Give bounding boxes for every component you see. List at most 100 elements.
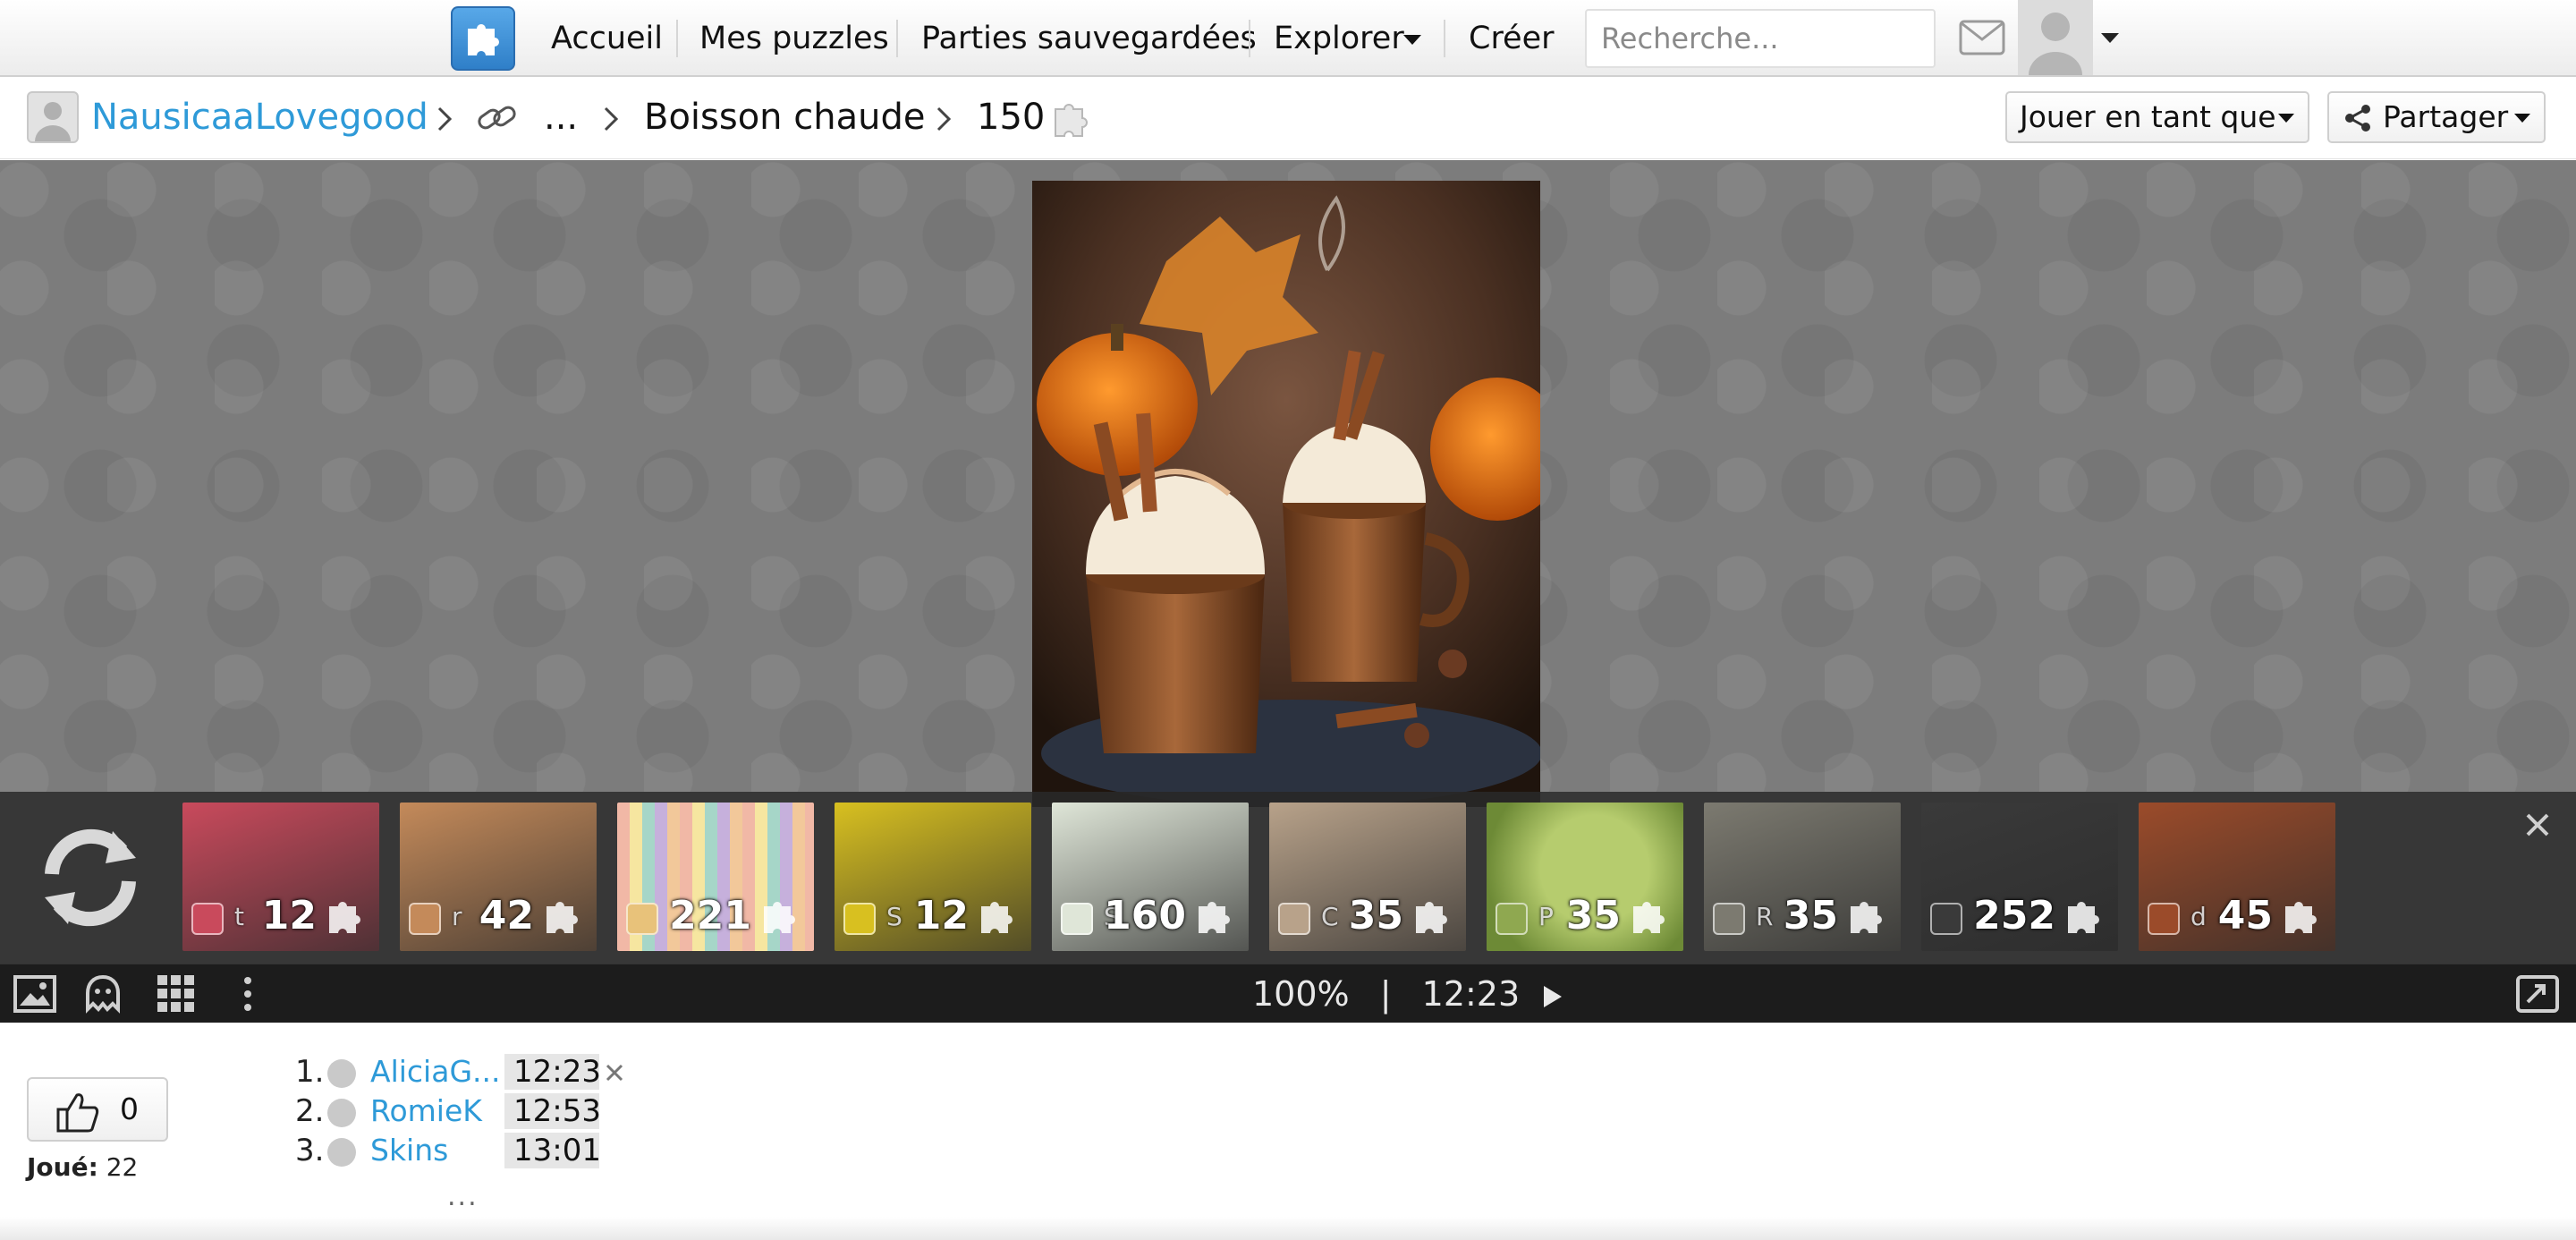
puzzle-thumbnail[interactable]: S 12 [835, 803, 1031, 951]
creator-avatar [1061, 903, 1093, 935]
played-value: 22 [106, 1152, 139, 1182]
creator-avatar [409, 903, 441, 935]
breadcrumb-ellipsis[interactable]: ... [544, 79, 578, 156]
puzzle-piece-icon [1633, 901, 1665, 933]
puzzle-piece-icon [2285, 901, 2317, 933]
status-separator: | [1379, 974, 1392, 1014]
puzzle-piece-icon [1055, 104, 1088, 137]
puzzle-thumbnail[interactable]: d 45 [2139, 803, 2335, 951]
piece-count: 12 [261, 893, 317, 938]
fullscreen-icon[interactable] [2515, 973, 2560, 1015]
nav-accueil[interactable]: Accueil [551, 0, 663, 77]
chevron-right-icon [437, 106, 453, 132]
creator-avatar [1496, 903, 1528, 935]
avatar[interactable] [27, 91, 79, 143]
leaderboard-rank: 1. [295, 1054, 325, 1090]
zoom-level: 100% [1252, 974, 1350, 1014]
piece-count: 12 [913, 893, 969, 938]
breadcrumb-category[interactable]: Boisson chaude [644, 79, 925, 156]
thumbs-up-icon [56, 1093, 99, 1133]
piece-count: 45 [2217, 893, 2273, 938]
creator-avatar [1713, 903, 1745, 935]
piece-count: 35 [1783, 893, 1838, 938]
puzzle-thumbnail[interactable]: S 160 [1052, 803, 1249, 951]
timer: 12:23 [1421, 974, 1521, 1014]
piece-count: 42 [479, 893, 534, 938]
piece-count: 221 [669, 893, 751, 938]
thumbnail-label: r [452, 902, 462, 931]
piece-count: 35 [1348, 893, 1403, 938]
nav-divider [1249, 20, 1250, 57]
piece-count: 160 [1104, 893, 1186, 938]
breadcrumb: NausicaaLovegood ... Boisson chaude 150 … [0, 79, 2576, 159]
leaderboard-time: 13:01 [504, 1133, 601, 1168]
puzzle-thumbnail[interactable]: 221 [617, 803, 814, 951]
chevron-down-icon[interactable] [2100, 32, 2120, 45]
leaderboard-rank: 3. [295, 1133, 325, 1168]
thumbnail-label: P [1538, 902, 1554, 931]
nav-mes-puzzles[interactable]: Mes puzzles [699, 0, 889, 77]
leaderboard-player[interactable]: AliciaG... [370, 1052, 501, 1091]
creator-avatar [2148, 903, 2180, 935]
avatar [327, 1138, 356, 1167]
share-icon [2345, 105, 2370, 132]
game-status: 100% | 12:23 [1252, 964, 1564, 1023]
chevron-right-icon [936, 106, 952, 132]
puzzle-thumbnail[interactable]: C 35 [1269, 803, 1466, 951]
puzzle-thumbnail[interactable]: t 12 [182, 803, 379, 951]
puzzle-thumbnail[interactable]: P 35 [1487, 803, 1683, 951]
avatar [327, 1059, 356, 1088]
chevron-down-icon [2278, 114, 2294, 123]
nav-explorer[interactable]: Explorer [1274, 0, 1404, 77]
puzzle-piece-icon [1851, 901, 1882, 933]
chevron-right-icon [604, 106, 619, 132]
nav-parties-sauvegardees[interactable]: Parties sauvegardées [921, 0, 1257, 77]
breadcrumb-user-link[interactable]: NausicaaLovegood [91, 79, 428, 156]
image-icon[interactable] [13, 973, 57, 1015]
search-input[interactable] [1585, 9, 1936, 68]
user-avatar[interactable] [2018, 0, 2093, 75]
thumbnail-label: S [886, 902, 902, 931]
piece-count: 252 [1973, 893, 2055, 938]
puzzle-piece-icon [764, 901, 795, 933]
puzzle-image[interactable] [1032, 181, 1540, 807]
play-icon[interactable] [1541, 983, 1564, 1010]
play-as-dropdown[interactable]: Jouer en tant que [2005, 91, 2309, 143]
game-toolbar: 100% | 12:23 [0, 964, 2576, 1023]
like-count: 0 [120, 1091, 139, 1126]
puzzle-suggestions-strip: t 12 r 42 221 S 12 S 160 C 35 P 35 R 35 252 d 45 [0, 792, 2576, 964]
leaderboard-time: 12:53 [504, 1093, 601, 1129]
leaderboard-player[interactable]: RomieK [370, 1091, 482, 1131]
creator-avatar [843, 903, 876, 935]
nav-divider [1444, 20, 1445, 57]
mail-icon[interactable] [1959, 20, 2005, 55]
ghost-image-icon[interactable] [82, 973, 123, 1015]
creator-avatar [1930, 903, 1962, 935]
grid-icon[interactable] [156, 973, 197, 1015]
nav-divider [676, 20, 678, 57]
nav-creer[interactable]: Créer [1469, 0, 1555, 77]
puzzle-piece-icon [547, 901, 578, 933]
refresh-icon[interactable] [36, 828, 145, 928]
puzzle-piece-icon [1416, 901, 1447, 933]
creator-avatar [1278, 903, 1310, 935]
close-icon[interactable] [2524, 811, 2551, 838]
puzzle-piece-icon [329, 901, 360, 933]
more-options-icon[interactable] [234, 973, 261, 1015]
puzzle-thumbnail[interactable]: r 42 [400, 803, 597, 951]
leaderboard-player[interactable]: Skins [370, 1131, 448, 1170]
puzzle-thumbnail[interactable]: 252 [1921, 803, 2118, 951]
puzzle-thumbnail[interactable]: R 35 [1704, 803, 1901, 951]
chevron-down-icon[interactable] [1402, 34, 1422, 47]
puzzle-logo-icon[interactable] [451, 6, 515, 71]
leaderboard-time: 12:23 [504, 1054, 601, 1090]
close-icon[interactable] [605, 1063, 624, 1083]
played-label: Joué: [27, 1152, 98, 1182]
leaderboard-more[interactable]: ... [447, 1181, 479, 1212]
link-icon[interactable] [476, 98, 519, 138]
thumbnail-label: C [1321, 902, 1339, 931]
play-as-label: Jouer en tant que [2020, 99, 2276, 134]
nav-divider [896, 20, 898, 57]
like-button[interactable]: 0 [27, 1077, 168, 1142]
share-button[interactable]: Partager [2327, 91, 2546, 143]
